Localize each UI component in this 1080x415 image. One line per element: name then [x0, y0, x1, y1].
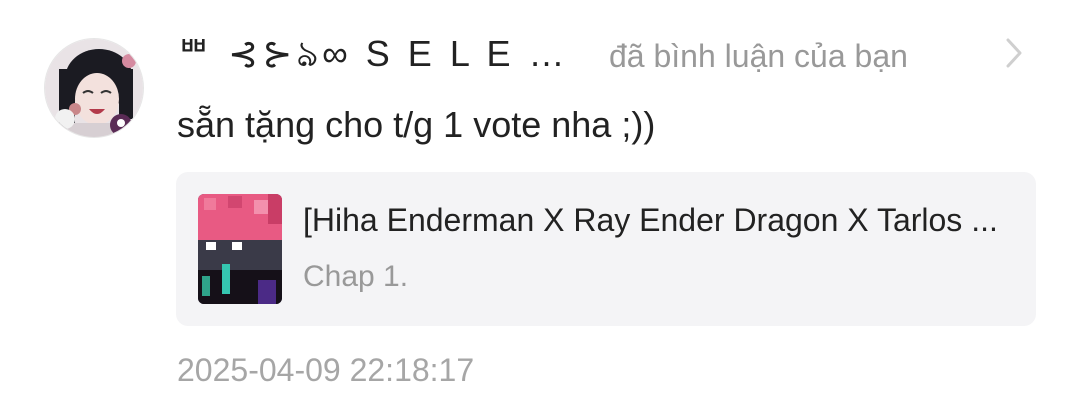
chapter-label: Chap 1. [303, 260, 409, 293]
story-cover [198, 194, 282, 304]
timestamp: 2025-04-09 22:18:17 [177, 352, 475, 388]
action-text: đã bình luận của bạn [609, 37, 908, 74]
comment-text: sẵn tặng cho t/g 1 vote nha ;)) [177, 104, 656, 145]
username[interactable]: ᄈ ⊰⊱ঌ∞ S E L E N... [177, 25, 577, 87]
avatar[interactable] [44, 38, 144, 138]
notification-header: ᄈ ⊰⊱ঌ∞ S E L E N... đã bình luận của bạn [177, 30, 937, 82]
chevron-right-icon[interactable] [1000, 36, 1030, 70]
story-title[interactable]: [Hiha Enderman X Ray Ender Dragon X Tarl… [303, 202, 1003, 239]
story-card[interactable]: [Hiha Enderman X Ray Ender Dragon X Tarl… [176, 172, 1036, 326]
comment-notification[interactable]: ᄈ ⊰⊱ঌ∞ S E L E N... đã bình luận của bạn… [0, 0, 1080, 415]
